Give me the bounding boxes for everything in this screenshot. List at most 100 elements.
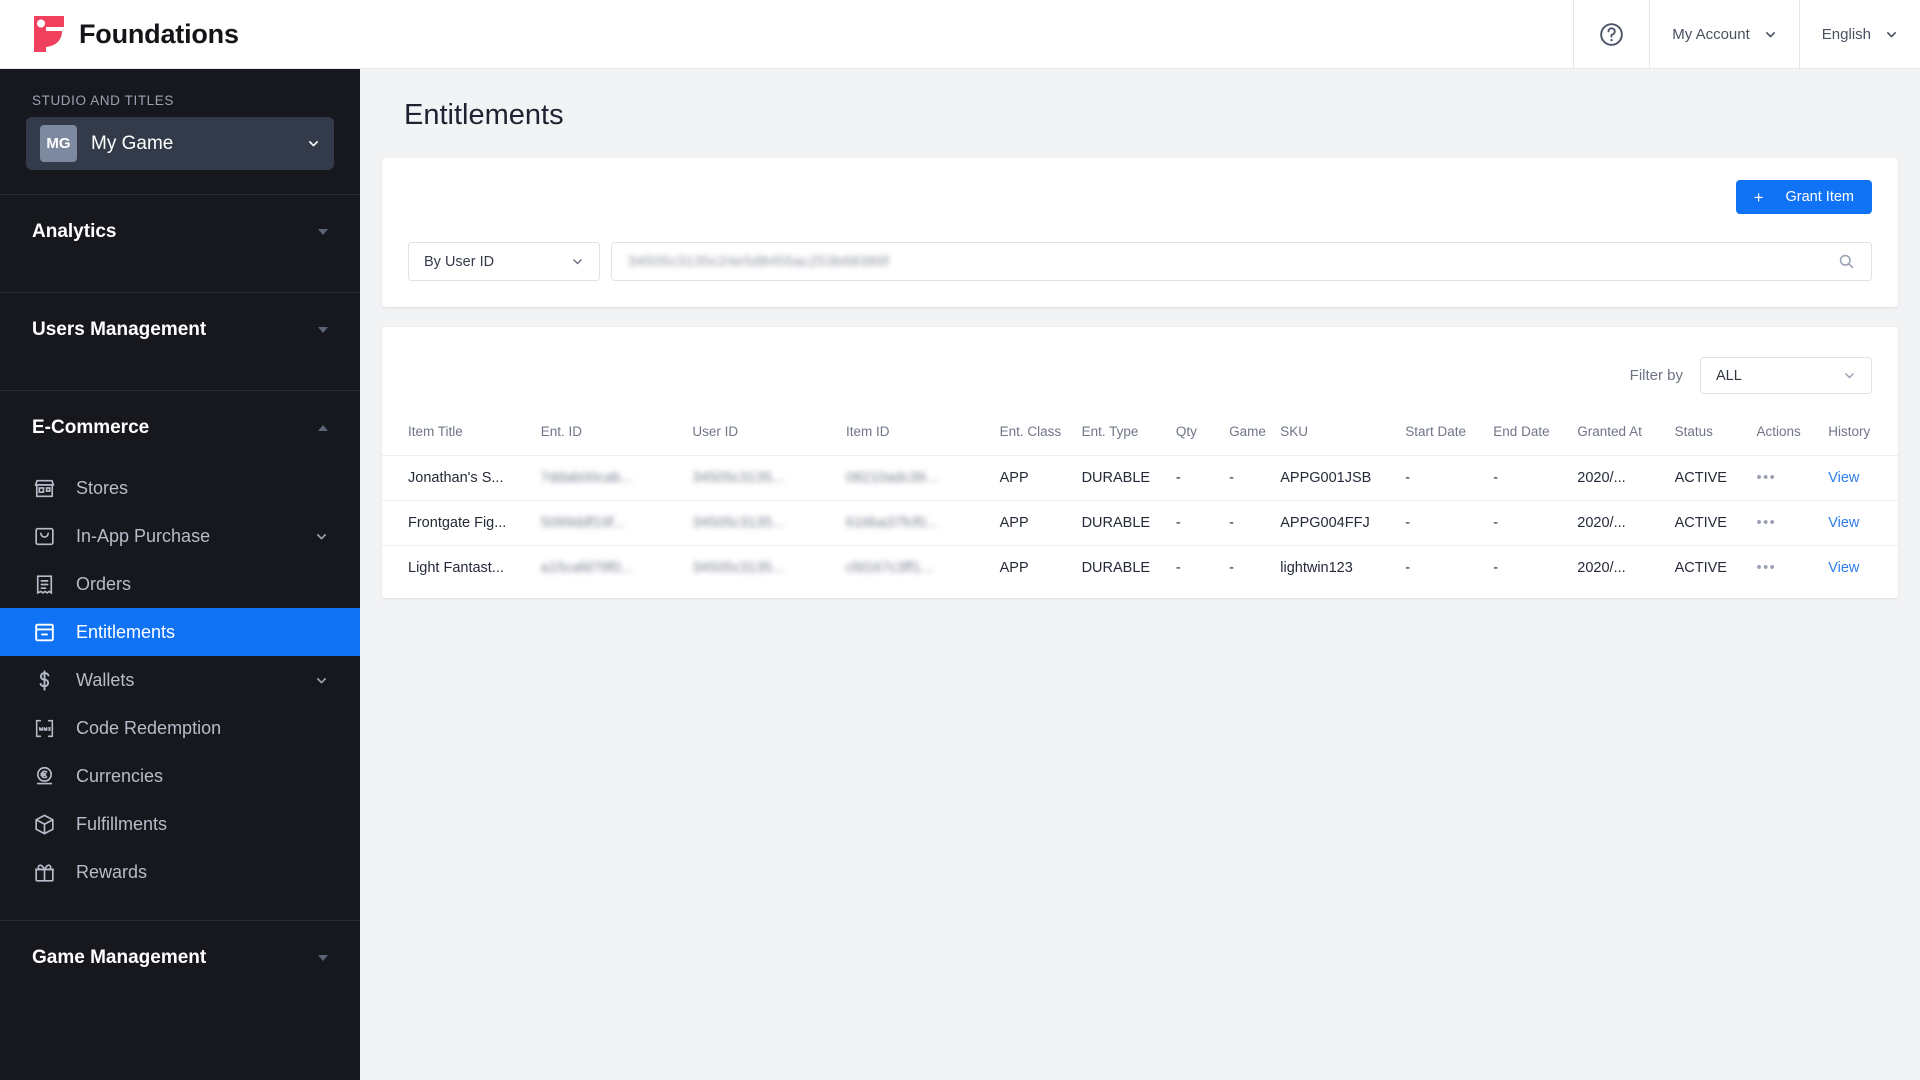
column-header-item-title[interactable]: Item Title: [382, 416, 541, 456]
box-icon: [35, 814, 54, 834]
sidebar-section-label: Users Management: [32, 318, 207, 340]
caret-up-icon: [318, 424, 328, 431]
cell-game: -: [1229, 455, 1281, 501]
sidebar-item-wallets[interactable]: Wallets: [0, 656, 360, 704]
view-history-link[interactable]: View: [1828, 545, 1898, 590]
table-row[interactable]: Frontgate Fig... 5099ddf19f... 34505c313…: [382, 500, 1898, 546]
search-input-value: 34505c3135c24e5d8455ac253b68389f: [628, 253, 890, 270]
cell-qty: -: [1175, 500, 1230, 546]
language-menu[interactable]: English: [1798, 0, 1920, 68]
sidebar-section-header-analytics[interactable]: Analytics: [0, 195, 360, 268]
sidebar-section-e-commerce: E-Commerce Stores In-App Purchase Orders…: [0, 390, 360, 896]
entitlements-table-card: Filter by ALL Item Title Ent. ID User ID: [382, 327, 1898, 598]
sidebar-section-game-management: Game Management: [0, 920, 360, 994]
sidebar-section-header-game-management[interactable]: Game Management: [0, 921, 360, 994]
sidebar-item-entitlements[interactable]: Entitlements: [0, 608, 360, 656]
search-by-select[interactable]: By User ID: [408, 242, 600, 281]
cell-item-title: Frontgate Fig...: [382, 500, 541, 546]
column-header-item-id[interactable]: Item ID: [846, 416, 1000, 456]
column-header-ent-id[interactable]: Ent. ID: [541, 416, 693, 456]
row-actions-menu[interactable]: •••: [1756, 500, 1829, 546]
account-menu[interactable]: My Account: [1649, 0, 1799, 68]
cell-ent-id: a15cafd79f0...: [540, 545, 693, 590]
app-root: Foundations My Account English STUDIO AN…: [0, 0, 1920, 1080]
cell-ent-type: DURABLE: [1081, 455, 1176, 501]
game-selector[interactable]: MG My Game: [26, 117, 334, 170]
game-selector-label: My Game: [91, 132, 174, 154]
cell-ent-class: APP: [999, 500, 1082, 546]
search-by-select-value: By User ID: [424, 253, 495, 270]
cell-item-id: cfd167c3ff1...: [846, 545, 1000, 590]
bag-icon: [35, 527, 54, 545]
search-input[interactable]: 34505c3135c24e5d8455ac253b68389f: [611, 242, 1872, 281]
column-header-history: History: [1828, 424, 1871, 439]
caret-down-icon: [318, 954, 328, 961]
table-row[interactable]: Light Fantast... a15cafd79f0... 34505c31…: [382, 545, 1898, 590]
table-row[interactable]: Jonathan's S... 7ddab00cab... 34505c3135…: [382, 455, 1898, 501]
language-menu-label: English: [1821, 25, 1871, 43]
column-header-ent-type[interactable]: Ent. Type: [1082, 416, 1176, 456]
sidebar-item-currencies[interactable]: Currencies: [0, 752, 360, 800]
column-header-start-date[interactable]: Start Date: [1405, 416, 1493, 456]
cell-start-date: -: [1405, 455, 1494, 501]
view-history-link[interactable]: View: [1828, 500, 1898, 546]
sidebar-section-header-users-management[interactable]: Users Management: [0, 293, 360, 366]
foundations-logo-icon: [34, 16, 64, 52]
column-header-ent-class[interactable]: Ent. Class: [1000, 416, 1082, 456]
grant-item-button[interactable]: + Grant Item: [1735, 180, 1872, 214]
sidebar-item-rewards[interactable]: Rewards: [0, 848, 360, 896]
store-icon: [34, 479, 55, 497]
brand[interactable]: Foundations: [0, 0, 360, 68]
code-bracket-icon: [35, 719, 54, 737]
filter-by-select[interactable]: ALL: [1700, 357, 1872, 394]
sidebar-section-label: Game Management: [32, 946, 207, 968]
sidebar-item-stores[interactable]: Stores: [0, 464, 360, 512]
column-header-sku[interactable]: SKU: [1280, 416, 1405, 456]
sidebar-item-orders[interactable]: Orders: [0, 560, 360, 608]
cell-qty: -: [1175, 545, 1230, 590]
body: STUDIO AND TITLES MG My Game Analytics U…: [0, 69, 1920, 1080]
cell-granted-at: 2020/...: [1577, 545, 1675, 590]
table-header-row: Item Title Ent. ID User ID Item ID Ent. …: [382, 416, 1898, 456]
sidebar-item-in-app-purchase[interactable]: In-App Purchase: [0, 512, 360, 560]
column-header-user-id[interactable]: User ID: [692, 416, 846, 456]
top-bar-spacer: [360, 0, 1573, 68]
sidebar-item-fulfillments[interactable]: Fulfillments: [0, 800, 360, 848]
cell-sku: APPG001JSB: [1280, 455, 1406, 501]
cell-ent-type: DURABLE: [1081, 545, 1176, 590]
chevron-down-icon: [1765, 31, 1775, 37]
view-history-link[interactable]: View: [1828, 455, 1898, 501]
help-button[interactable]: [1573, 0, 1649, 68]
sidebar-section-users-management: Users Management: [0, 292, 360, 366]
help-circle-icon: [1600, 22, 1624, 46]
row-actions-menu[interactable]: •••: [1756, 455, 1829, 501]
cell-sku: lightwin123: [1280, 545, 1406, 590]
cell-start-date: -: [1405, 500, 1494, 546]
column-header-status[interactable]: Status: [1675, 416, 1757, 456]
cell-granted-at: 2020/...: [1577, 455, 1675, 501]
column-header-actions: Actions: [1756, 424, 1801, 439]
sidebar-item-label: Wallets: [76, 669, 135, 690]
filter-by-select-value: ALL: [1716, 367, 1742, 384]
filter-row: Filter by ALL: [382, 327, 1898, 416]
chevron-down-icon: [317, 533, 326, 539]
sidebar-item-label: Entitlements: [76, 621, 176, 642]
column-header-game[interactable]: Game: [1229, 416, 1280, 456]
cell-end-date: -: [1493, 545, 1578, 590]
studio-and-titles-label: STUDIO AND TITLES: [32, 93, 174, 108]
cell-start-date: -: [1405, 545, 1494, 590]
sidebar: STUDIO AND TITLES MG My Game Analytics U…: [0, 69, 360, 1080]
search-icon: [1839, 254, 1854, 269]
cell-end-date: -: [1493, 455, 1578, 501]
column-header-qty[interactable]: Qty: [1176, 416, 1229, 456]
sidebar-item-label: Fulfillments: [76, 813, 168, 834]
column-header-end-date[interactable]: End Date: [1493, 416, 1577, 456]
cell-game: -: [1229, 500, 1281, 546]
sidebar-section-header-e-commerce[interactable]: E-Commerce: [0, 391, 360, 464]
row-actions-menu[interactable]: •••: [1756, 545, 1829, 590]
table-header: Item Title Ent. ID User ID Item ID Ent. …: [382, 416, 1898, 456]
column-header-granted-at[interactable]: Granted At: [1577, 416, 1674, 456]
cell-user-id: 34505c3135...: [692, 500, 846, 546]
main-content: Entitlements + Grant Item By User ID 345…: [360, 69, 1920, 1080]
sidebar-item-code-redemption[interactable]: Code Redemption: [0, 704, 360, 752]
